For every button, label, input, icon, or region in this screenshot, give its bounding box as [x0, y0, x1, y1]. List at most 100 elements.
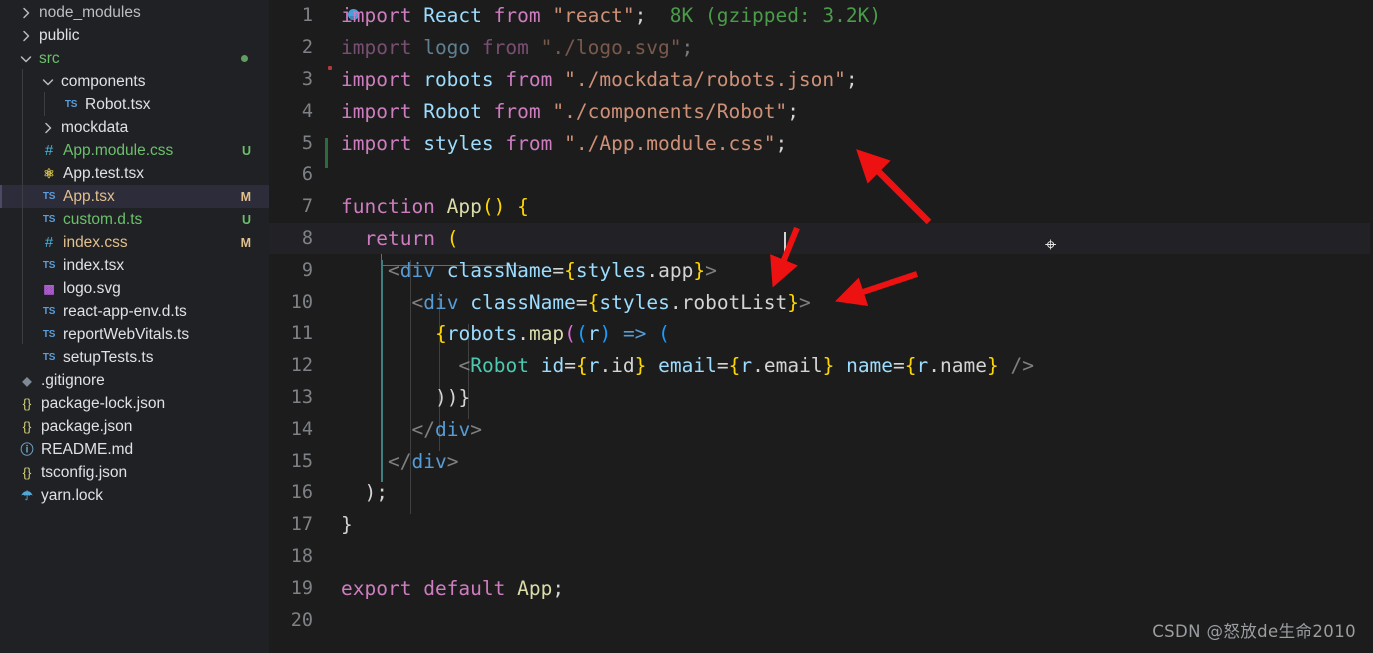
- explorer-item-app-test-tsx[interactable]: ⚛ App.test.tsx: [0, 162, 269, 185]
- line-number: 6: [301, 164, 313, 186]
- explorer-item-label: Robot.tsx: [85, 95, 151, 113]
- explorer-item-components[interactable]: components: [0, 70, 269, 93]
- code-line[interactable]: 6: [269, 159, 1373, 191]
- json-file-icon: {}: [22, 465, 32, 480]
- json-file-icon: {}: [22, 396, 32, 411]
- explorer-item-custom-d-ts[interactable]: TS custom.d.ts U: [0, 208, 269, 231]
- explorer-item-setuptests-ts[interactable]: TS setupTests.ts: [0, 346, 269, 369]
- explorer-item-tsconfig-json[interactable]: {} tsconfig.json: [0, 461, 269, 484]
- explorer-item-index-tsx[interactable]: TS index.tsx: [0, 254, 269, 277]
- code-line-text: }: [341, 513, 353, 537]
- code-line[interactable]: 14 </div>: [269, 413, 1373, 445]
- explorer-item-label: setupTests.ts: [63, 348, 154, 366]
- code-line[interactable]: 13 ))}: [269, 382, 1373, 414]
- code-line[interactable]: 5 import styles from "./App.module.css";: [269, 127, 1373, 159]
- code-line-text: import robots from "./mockdata/robots.js…: [341, 67, 858, 91]
- import-cost-hint: 8K (gzipped: 3.2K): [646, 4, 882, 28]
- code-line-text: import React from "react"; 8K (gzipped: …: [341, 4, 882, 28]
- markdown-info-icon: ⓘ: [20, 442, 34, 457]
- code-line[interactable]: 10 <div className={styles.robotList}>: [269, 286, 1373, 318]
- code-line-text: function App() {: [341, 195, 529, 219]
- vscode-window: node_modules public src components TS Robot.t…: [0, 0, 1373, 653]
- explorer-item-mockdata[interactable]: mockdata: [0, 116, 269, 139]
- code-editor[interactable]: 1 import React from "react"; 8K (gzipped:…: [269, 0, 1373, 653]
- line-number: 7: [301, 196, 313, 218]
- explorer-item-label: README.md: [41, 440, 134, 458]
- chevron-right-icon[interactable]: [18, 28, 34, 44]
- code-line[interactable]: 11 {robots.map((r) => (: [269, 318, 1373, 350]
- code-line[interactable]: 1 import React from "react"; 8K (gzipped:…: [269, 0, 1373, 32]
- chevron-right-icon[interactable]: [40, 120, 56, 136]
- explorer-item-reportwebvitals-ts[interactable]: TS reportWebVitals.ts: [0, 323, 269, 346]
- explorer-item-label: mockdata: [61, 118, 129, 136]
- ts-file-icon: TS: [42, 259, 56, 271]
- explorer-item-label: package.json: [41, 417, 133, 435]
- git-status-badge: U: [241, 212, 251, 227]
- chevron-down-icon[interactable]: [40, 74, 56, 90]
- code-line[interactable]: 8 return (: [269, 222, 1373, 255]
- line-number: 4: [301, 100, 313, 122]
- explorer-item-app-module-css[interactable]: # App.module.css U: [0, 139, 269, 162]
- explorer-item-label: index.css: [63, 233, 128, 251]
- code-line[interactable]: 3 import robots from "./mockdata/robots.j…: [269, 64, 1373, 96]
- code-line[interactable]: 15 </div>: [269, 445, 1373, 477]
- explorer-item-label: App.tsx: [63, 187, 115, 205]
- chevron-down-icon[interactable]: [18, 51, 34, 67]
- explorer-item-label: react-app-env.d.ts: [63, 302, 187, 320]
- explorer-item-robot-tsx[interactable]: TS Robot.tsx: [0, 93, 269, 116]
- explorer-item-package-lock-json[interactable]: {} package-lock.json: [0, 392, 269, 415]
- line-number: 3: [301, 68, 313, 90]
- indent-guide: [22, 69, 23, 344]
- ts-file-icon: TS: [42, 190, 56, 202]
- code-line-text: return (: [364, 226, 459, 250]
- explorer-item-public[interactable]: public: [0, 24, 269, 47]
- explorer-item-label: reportWebVitals.ts: [63, 325, 190, 343]
- code-line[interactable]: 18: [269, 541, 1373, 573]
- explorer-item-gitignore[interactable]: ◆ .gitignore: [0, 369, 269, 392]
- explorer-item-label: index.tsx: [63, 256, 125, 274]
- line-number: 1: [301, 5, 313, 27]
- code-line-text: export default App;: [341, 576, 565, 600]
- explorer-item-node-modules[interactable]: node_modules: [0, 1, 269, 24]
- css-file-icon: #: [44, 142, 54, 159]
- line-number: 14: [290, 418, 313, 440]
- chevron-right-icon[interactable]: [18, 5, 34, 21]
- code-line-text: import styles from "./App.module.css";: [341, 131, 788, 155]
- git-status-badge: U: [241, 143, 251, 158]
- git-status-badge: M: [240, 235, 251, 250]
- git-status-badge: M: [240, 189, 251, 204]
- explorer-item-package-json[interactable]: {} package.json: [0, 415, 269, 438]
- explorer-item-label: node_modules: [39, 3, 141, 21]
- code-line[interactable]: 7 function App() {: [269, 191, 1373, 223]
- code-line[interactable]: 12 <Robot id={r.id} email={r.email} name…: [269, 350, 1373, 382]
- code-line[interactable]: 2 import logo from "./logo.svg";: [269, 32, 1373, 64]
- code-line[interactable]: 4 import Robot from "./components/Robot";: [269, 95, 1373, 127]
- code-line-text: {robots.map((r) => (: [435, 322, 670, 346]
- code-line-text: <Robot id={r.id} email={r.email} name={r…: [458, 354, 1034, 378]
- explorer-item-logo-svg[interactable]: ▩ logo.svg: [0, 277, 269, 300]
- explorer-item-index-css[interactable]: # index.css M: [0, 231, 269, 254]
- explorer-item-label: components: [61, 72, 146, 90]
- code-line[interactable]: 9 <div className={styles.app}>: [269, 254, 1373, 286]
- line-number: 10: [290, 291, 313, 313]
- explorer-item-react-app-env-d-ts[interactable]: TS react-app-env.d.ts: [0, 300, 269, 323]
- code-line[interactable]: 16 );: [269, 477, 1373, 509]
- explorer-item-src[interactable]: src: [0, 47, 269, 70]
- folder-status-dot: [241, 55, 248, 62]
- explorer-item-readme-md[interactable]: ⓘ README.md: [0, 438, 269, 461]
- code-line-text: </div>: [411, 417, 482, 441]
- css-file-icon: #: [44, 234, 54, 251]
- line-number: 18: [290, 545, 313, 567]
- explorer-item-label: logo.svg: [63, 279, 121, 297]
- explorer-item-yarn-lock[interactable]: ☂ yarn.lock: [0, 484, 269, 507]
- file-explorer-sidebar[interactable]: node_modules public src components TS Robot.t…: [0, 0, 269, 653]
- line-number: 12: [290, 355, 313, 377]
- line-number: 13: [290, 386, 313, 408]
- code-line[interactable]: 19 export default App;: [269, 572, 1373, 604]
- explorer-item-app-tsx[interactable]: TS App.tsx M: [0, 185, 269, 208]
- code-line-text: import logo from "./logo.svg";: [341, 36, 694, 60]
- line-number: 11: [290, 323, 313, 345]
- ts-file-icon: TS: [42, 351, 56, 363]
- code-line[interactable]: 17}: [269, 509, 1373, 541]
- text-caret: [784, 232, 786, 260]
